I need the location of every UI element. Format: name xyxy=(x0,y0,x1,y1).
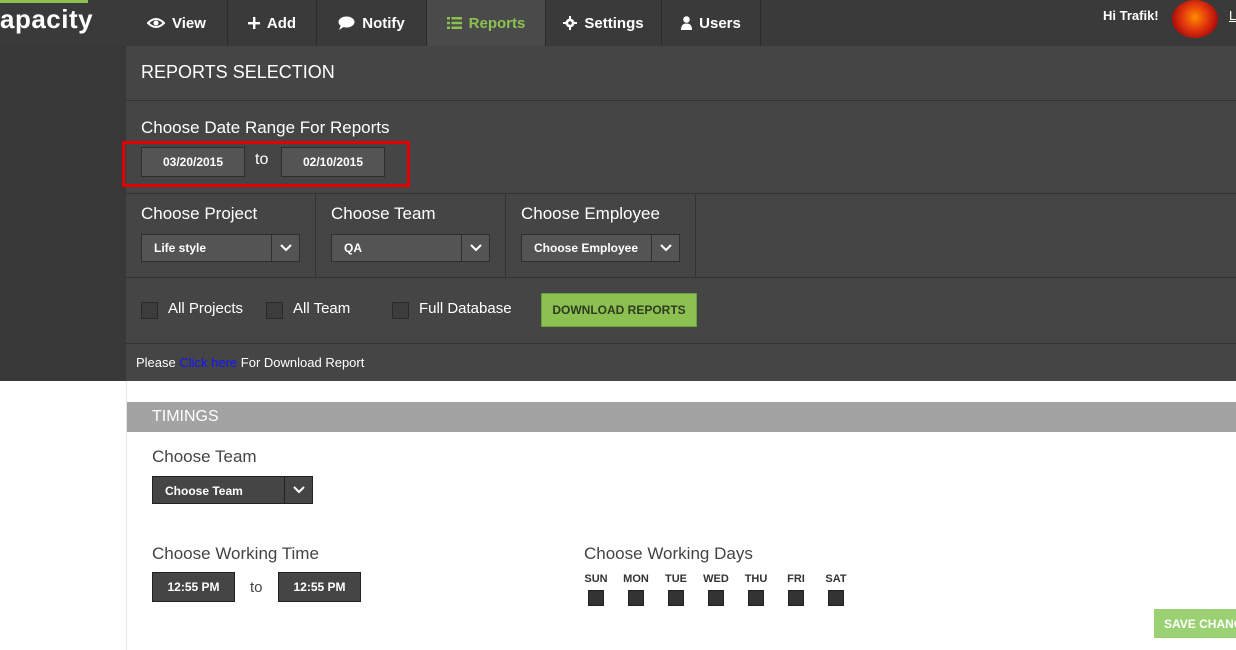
download-hint: Please Click here For Download Report xyxy=(136,355,364,370)
speech-bubble-icon xyxy=(338,16,355,30)
timings-team-label: Choose Team xyxy=(152,447,257,466)
day-label-sun: SUN xyxy=(584,573,608,585)
date-range-label: Choose Date Range For Reports xyxy=(141,118,390,137)
divider xyxy=(695,193,696,277)
divider xyxy=(126,343,1236,344)
timings-header xyxy=(127,402,1236,432)
nav-notify-label: Notify xyxy=(362,14,405,32)
team-label: Choose Team xyxy=(331,204,436,223)
employee-label: Choose Employee xyxy=(521,204,660,223)
employee-select-value: Choose Employee xyxy=(534,241,639,255)
nav-users[interactable]: Users xyxy=(662,0,761,46)
divider xyxy=(126,277,1236,278)
nav-reports[interactable]: Reports xyxy=(427,0,546,46)
highlight-box xyxy=(122,141,410,187)
sidebar xyxy=(0,46,126,381)
nav-view[interactable]: View xyxy=(126,0,228,46)
app-logo[interactable]: apacity xyxy=(0,2,93,42)
day-label-tue: TUE xyxy=(665,573,687,585)
logout-link[interactable]: L xyxy=(1229,8,1236,23)
day-label-wed: WED xyxy=(703,573,729,585)
timings-team-select[interactable]: Choose Team xyxy=(152,476,313,504)
day-checkbox-wed[interactable] xyxy=(708,590,724,606)
all-team-checkbox[interactable] xyxy=(266,302,283,319)
full-database-label: Full Database xyxy=(419,300,512,317)
gear-icon xyxy=(563,16,578,30)
user-icon xyxy=(681,16,693,30)
nav-add-label: Add xyxy=(266,14,297,32)
nav-settings-label: Settings xyxy=(584,14,644,32)
team-select[interactable]: QA xyxy=(331,234,490,262)
full-database-checkbox[interactable] xyxy=(392,302,409,319)
day-checkbox-tue[interactable] xyxy=(668,590,684,606)
divider xyxy=(505,193,506,277)
all-projects-checkbox[interactable] xyxy=(141,302,158,319)
download-reports-button[interactable]: DOWNLOAD REPORTS xyxy=(541,293,697,327)
chevron-down-icon xyxy=(461,235,489,261)
download-hint-prefix: Please xyxy=(136,355,176,370)
time-from-input[interactable]: 12:55 PM xyxy=(152,572,235,602)
eye-icon xyxy=(147,18,166,28)
download-hint-suffix: For Download Report xyxy=(240,355,365,370)
nav-view-label: View xyxy=(172,14,206,32)
time-to-input[interactable]: 12:55 PM xyxy=(278,572,361,602)
time-separator: to xyxy=(250,579,263,596)
nav-settings[interactable]: Settings xyxy=(546,0,662,46)
project-select-value: Life style xyxy=(154,241,207,255)
day-label-fri: FRI xyxy=(787,573,805,585)
nav-users-label: Users xyxy=(699,14,741,32)
day-checkbox-sat[interactable] xyxy=(828,590,844,606)
day-label-thu: THU xyxy=(744,573,768,585)
chevron-down-icon xyxy=(284,477,312,503)
nav-reports-label: Reports xyxy=(468,14,526,32)
day-checkbox-sun[interactable] xyxy=(588,590,604,606)
timings-team-select-value: Choose Team xyxy=(165,484,243,498)
day-label-sat: SAT xyxy=(825,573,847,585)
avatar[interactable] xyxy=(1172,0,1218,38)
all-team-label: All Team xyxy=(293,300,351,317)
page-title: REPORTS SELECTION xyxy=(141,62,335,82)
employee-select[interactable]: Choose Employee xyxy=(521,234,680,262)
divider xyxy=(126,193,1236,194)
nav-add[interactable]: Add xyxy=(228,0,317,46)
timings-title: TIMINGS xyxy=(152,408,219,425)
click-here-link[interactable]: Click here xyxy=(179,355,237,370)
working-days-label: Choose Working Days xyxy=(584,544,753,563)
project-select[interactable]: Life style xyxy=(141,234,300,262)
working-time-label: Choose Working Time xyxy=(152,544,319,563)
list-icon xyxy=(446,17,462,29)
user-greeting: Hi Trafik! xyxy=(1103,8,1159,23)
day-checkbox-thu[interactable] xyxy=(748,590,764,606)
divider xyxy=(315,193,316,277)
day-checkbox-fri[interactable] xyxy=(788,590,804,606)
nav-notify[interactable]: Notify xyxy=(317,0,427,46)
all-projects-label: All Projects xyxy=(168,300,244,317)
team-select-value: QA xyxy=(344,241,362,255)
chevron-down-icon xyxy=(651,235,679,261)
save-changes-button[interactable]: SAVE CHANG xyxy=(1154,609,1236,638)
day-label-mon: MON xyxy=(623,573,649,585)
chevron-down-icon xyxy=(271,235,299,261)
project-label: Choose Project xyxy=(141,204,258,223)
day-checkbox-mon[interactable] xyxy=(628,590,644,606)
plus-icon xyxy=(247,17,260,29)
